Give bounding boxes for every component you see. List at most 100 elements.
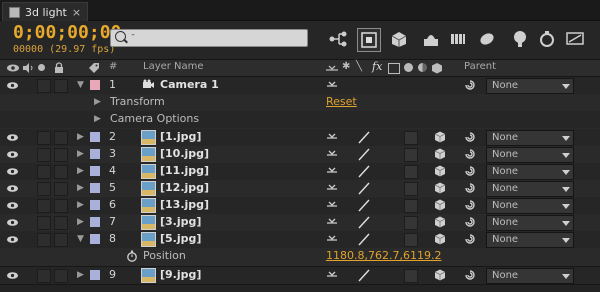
parent-pick-whip-icon[interactable] [464, 233, 476, 245]
visibility-eye-icon[interactable] [6, 269, 19, 282]
solo-checkbox[interactable] [37, 79, 51, 93]
audio-header-icon[interactable] [22, 63, 34, 73]
close-tab-button[interactable]: × [72, 6, 81, 19]
layer-row-3[interactable]: ▶ 3 [10.jpg] None [0, 146, 600, 164]
parent-dropdown[interactable]: None [486, 78, 574, 94]
parent-dropdown[interactable]: None [486, 215, 574, 231]
layer-label-color[interactable] [90, 80, 100, 90]
quality-switch-icon[interactable] [357, 181, 371, 195]
expand-triangle-icon[interactable]: ▶ [77, 270, 84, 280]
video-visibility-header-icon[interactable] [6, 63, 20, 73]
quality-switch-icon[interactable] [357, 198, 371, 212]
graph-editor-icon[interactable] [476, 28, 498, 50]
shy-switch-icon[interactable] [326, 268, 338, 280]
parent-pick-whip-icon[interactable] [464, 199, 476, 211]
property-group-camera-options[interactable]: ▶ Camera Options [0, 111, 600, 129]
layer-label-color[interactable] [90, 200, 100, 210]
hide-shy-layers-icon[interactable] [388, 28, 410, 50]
motion-blur-checkbox[interactable] [404, 233, 418, 247]
composition-flowchart-icon[interactable] [327, 28, 349, 50]
layer-name[interactable]: [5.jpg] [160, 232, 201, 245]
expand-triangle-icon[interactable]: ▼ [77, 80, 84, 90]
visibility-eye-icon[interactable] [6, 148, 19, 161]
parent-pick-whip-icon[interactable] [464, 148, 476, 160]
lock-checkbox[interactable] [54, 148, 68, 162]
3d-layer-cube-icon[interactable] [433, 164, 447, 178]
motion-blur-checkbox[interactable] [404, 199, 418, 213]
comp-marker-search-icon[interactable] [509, 28, 531, 50]
layer-name[interactable]: [1.jpg] [160, 130, 201, 143]
lock-checkbox[interactable] [54, 79, 68, 93]
motion-blur-checkbox[interactable] [404, 269, 418, 283]
draft-3d-icon[interactable] [357, 28, 381, 52]
parent-pick-whip-icon[interactable] [464, 182, 476, 194]
3d-layer-cube-icon[interactable] [433, 130, 447, 144]
layer-name[interactable]: [12.jpg] [160, 181, 209, 194]
layer-label-color[interactable] [90, 183, 100, 193]
layer-row-7[interactable]: ▶ 7 [3.jpg] None [0, 214, 600, 232]
parent-dropdown[interactable]: None [486, 147, 574, 163]
layer-label-color[interactable] [90, 132, 100, 142]
parent-pick-whip-icon[interactable] [464, 216, 476, 228]
lock-checkbox[interactable] [54, 182, 68, 196]
shy-switch-icon[interactable] [326, 181, 338, 193]
parent-dropdown[interactable]: None [486, 181, 574, 197]
3d-layer-cube-icon[interactable] [433, 147, 447, 161]
column-header-layer-name[interactable]: Layer Name [143, 61, 204, 72]
motion-blur-icon[interactable] [447, 28, 469, 50]
layer-row-2[interactable]: ▶ 2 [1.jpg] None [0, 129, 600, 147]
visibility-eye-icon[interactable] [6, 199, 19, 212]
solo-checkbox[interactable] [37, 182, 51, 196]
visibility-eye-icon[interactable] [6, 233, 19, 246]
quality-switch-icon[interactable] [357, 232, 371, 246]
expand-triangle-icon[interactable]: ▶ [94, 114, 101, 124]
solo-checkbox[interactable] [37, 131, 51, 145]
parent-pick-whip-icon[interactable] [464, 269, 476, 281]
motion-blur-checkbox[interactable] [404, 148, 418, 162]
parent-dropdown[interactable]: None [486, 164, 574, 180]
solo-checkbox[interactable] [37, 148, 51, 162]
parent-dropdown[interactable]: None [486, 268, 574, 284]
visibility-eye-icon[interactable] [6, 182, 19, 195]
property-group-transform[interactable]: ▶ Transform Reset [0, 94, 600, 112]
property-position[interactable]: Position 1180.8,762.7,6119.2 [0, 248, 600, 267]
expand-triangle-icon[interactable]: ▶ [94, 97, 101, 107]
column-header-parent[interactable]: Parent [464, 61, 496, 72]
tab-composition[interactable]: 3d light × [2, 2, 89, 21]
layer-name[interactable]: Camera 1 [160, 78, 219, 91]
lock-checkbox[interactable] [54, 131, 68, 145]
quality-switch-icon[interactable] [357, 147, 371, 161]
layer-label-color[interactable] [90, 217, 100, 227]
lock-checkbox[interactable] [54, 216, 68, 230]
expand-triangle-icon[interactable]: ▶ [77, 217, 84, 227]
visibility-eye-icon[interactable] [6, 165, 19, 178]
layer-row-8[interactable]: ▼ 8 [5.jpg] None [0, 231, 600, 249]
visibility-eye-icon[interactable] [6, 216, 19, 229]
expand-triangle-icon[interactable]: ▼ [77, 234, 84, 244]
solo-checkbox[interactable] [37, 269, 51, 283]
layer-name[interactable]: [11.jpg] [160, 164, 209, 177]
solo-header-icon[interactable] [38, 64, 45, 71]
solo-checkbox[interactable] [37, 199, 51, 213]
shy-switch-icon[interactable] [326, 198, 338, 210]
parent-dropdown[interactable]: None [486, 198, 574, 214]
visibility-eye-icon[interactable] [6, 79, 19, 92]
visibility-eye-icon[interactable] [6, 131, 19, 144]
shy-switch-icon[interactable] [326, 215, 338, 227]
motion-blur-checkbox[interactable] [404, 182, 418, 196]
solo-checkbox[interactable] [37, 216, 51, 230]
layer-name[interactable]: [3.jpg] [160, 215, 201, 228]
layer-label-color[interactable] [90, 234, 100, 244]
expand-triangle-icon[interactable]: ▶ [77, 132, 84, 142]
layer-label-color[interactable] [90, 166, 100, 176]
3d-layer-cube-icon[interactable] [433, 181, 447, 195]
lock-checkbox[interactable] [54, 165, 68, 179]
stopwatch-icon[interactable] [126, 250, 138, 262]
shy-switch-icon[interactable] [326, 147, 338, 159]
parent-dropdown[interactable]: None [486, 130, 574, 146]
quality-switch-icon[interactable] [357, 164, 371, 178]
3d-layer-cube-icon[interactable] [433, 215, 447, 229]
layer-name[interactable]: [9.jpg] [160, 268, 201, 281]
expand-triangle-icon[interactable]: ▶ [77, 166, 84, 176]
layer-row-4[interactable]: ▶ 4 [11.jpg] None [0, 163, 600, 181]
